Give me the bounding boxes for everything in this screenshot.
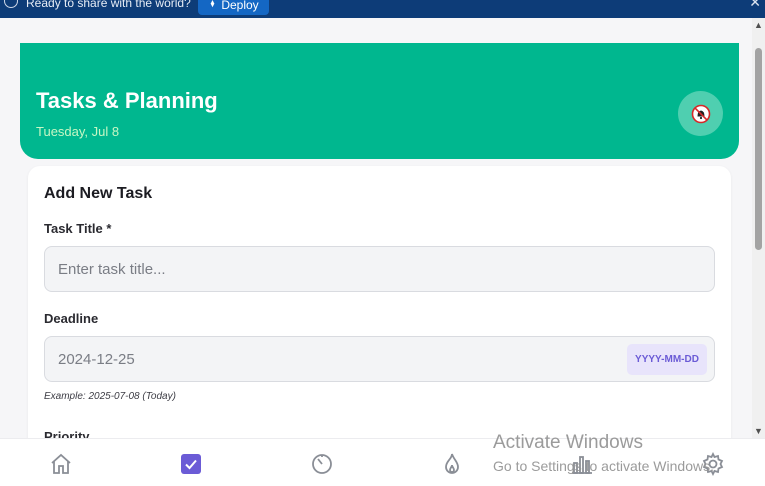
task-title-label: Task Title *	[44, 221, 112, 236]
deadline-input[interactable]: 2024-12-25 YYYY-MM-DD	[44, 336, 715, 382]
activate-windows-watermark: Activate Windows Go to Settings to activ…	[493, 432, 714, 474]
deadline-value: 2024-12-25	[58, 350, 135, 368]
deploy-message: Ready to share with the world?	[26, 0, 191, 10]
page-header: Tasks & Planning Tuesday, Jul 8	[20, 43, 739, 159]
main-content: Tasks & Planning Tuesday, Jul 8 Add New …	[0, 18, 752, 438]
tasks-checkbox-icon	[181, 454, 201, 474]
close-icon[interactable]: ✕	[749, 0, 761, 11]
nav-home[interactable]	[48, 451, 74, 477]
home-icon	[51, 453, 71, 474]
deadline-label: Deadline	[44, 311, 99, 326]
notifications-button[interactable]	[678, 91, 723, 136]
rocket-icon	[211, 0, 215, 8]
flame-icon	[445, 453, 459, 474]
priority-label: Priority	[44, 429, 90, 438]
add-task-card: Add New Task Task Title * Enter task tit…	[28, 166, 731, 438]
info-icon	[4, 0, 18, 8]
date-format-badge: YYYY-MM-DD	[627, 344, 707, 375]
timer-icon	[312, 454, 332, 474]
deploy-label: Deploy	[221, 0, 259, 12]
nav-tasks[interactable]	[178, 451, 204, 477]
watermark-subtitle: Go to Settings to activate Windows.	[493, 458, 714, 474]
deadline-hint: Example: 2025-07-08 (Today)	[44, 391, 176, 402]
nav-timer[interactable]	[309, 451, 335, 477]
deploy-bar: Ready to share with the world? Deploy ✕	[0, 0, 765, 18]
task-title-placeholder: Enter task title...	[58, 260, 166, 278]
card-title: Add New Task	[44, 185, 153, 202]
page-title: Tasks & Planning	[36, 88, 218, 113]
scroll-down-arrow[interactable]: ▼	[754, 426, 763, 436]
deploy-button[interactable]: Deploy	[198, 0, 269, 15]
scroll-thumb[interactable]	[755, 48, 762, 250]
watermark-title: Activate Windows	[493, 432, 643, 453]
nav-streak[interactable]	[439, 451, 465, 477]
task-title-input[interactable]: Enter task title...	[44, 246, 715, 292]
scrollbar[interactable]: ▲ ▼	[752, 18, 765, 438]
bell-off-icon	[691, 104, 710, 123]
scroll-up-arrow[interactable]: ▲	[754, 20, 763, 30]
current-date: Tuesday, Jul 8	[36, 124, 120, 139]
